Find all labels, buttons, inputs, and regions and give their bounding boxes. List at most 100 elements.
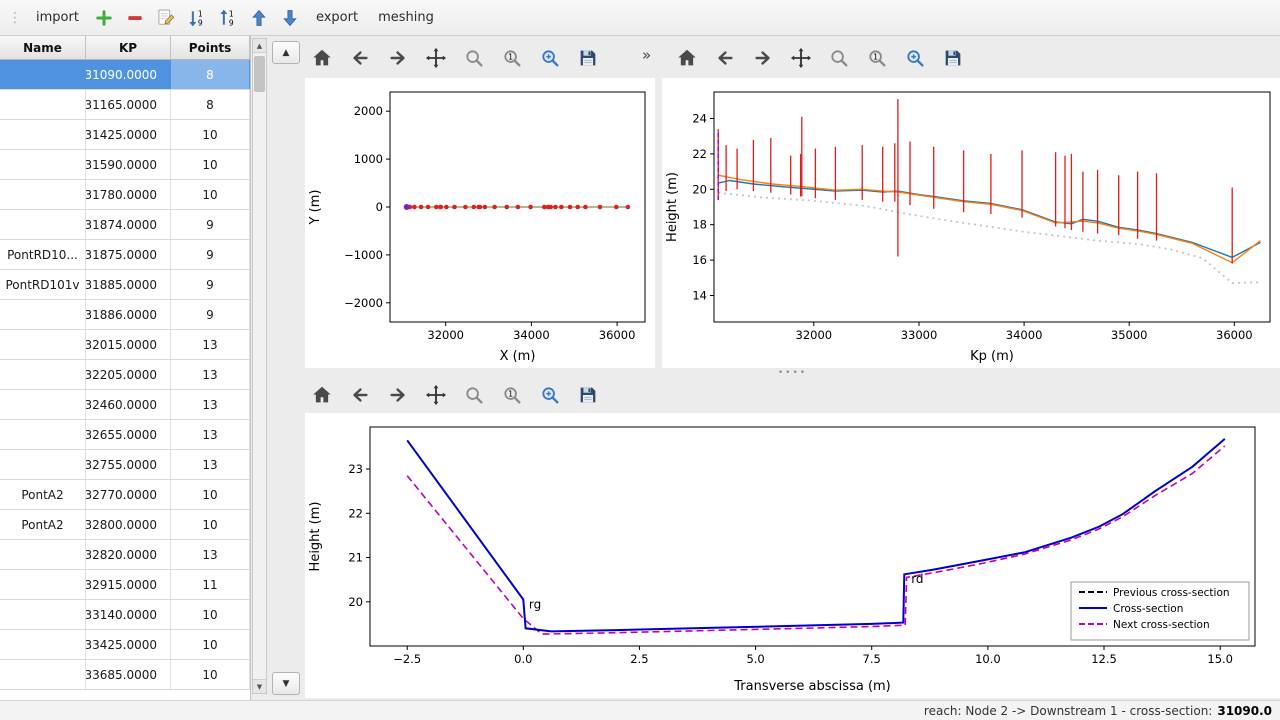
cell-name[interactable] bbox=[0, 450, 86, 479]
move-up-button[interactable] bbox=[245, 4, 274, 31]
scroll-down-arrow[interactable]: ▼ bbox=[253, 679, 266, 693]
cell-kp[interactable]: 31425.0000 bbox=[86, 120, 171, 149]
cell-points[interactable]: 10 bbox=[171, 660, 250, 689]
home-icon[interactable] bbox=[672, 44, 702, 72]
cell-name[interactable] bbox=[0, 60, 86, 89]
cell-points[interactable]: 9 bbox=[171, 240, 250, 269]
export-menu-button[interactable]: export bbox=[307, 5, 367, 30]
remove-button[interactable] bbox=[121, 4, 150, 31]
cell-points[interactable]: 11 bbox=[171, 570, 250, 599]
cell-name[interactable] bbox=[0, 660, 86, 689]
sort-descending-button[interactable]: 19 bbox=[214, 4, 243, 31]
cell-kp[interactable]: 33140.0000 bbox=[86, 600, 171, 629]
cell-name[interactable] bbox=[0, 180, 86, 209]
cell-points[interactable]: 10 bbox=[171, 630, 250, 659]
cell-kp[interactable]: 31874.0000 bbox=[86, 210, 171, 239]
scroll-up-arrow[interactable]: ▲ bbox=[253, 39, 266, 53]
cell-points[interactable]: 10 bbox=[171, 180, 250, 209]
cell-kp[interactable]: 32770.0000 bbox=[86, 480, 171, 509]
forward-icon[interactable] bbox=[748, 44, 778, 72]
cell-points[interactable]: 9 bbox=[171, 300, 250, 329]
cell-kp[interactable]: 32655.0000 bbox=[86, 420, 171, 449]
import-menu-button[interactable]: import bbox=[27, 5, 88, 30]
table-row[interactable]: PontA232770.000010 bbox=[0, 480, 250, 510]
column-header-kp[interactable]: KP bbox=[86, 36, 171, 59]
cell-kp[interactable]: 33685.0000 bbox=[86, 660, 171, 689]
move-down-button[interactable] bbox=[276, 4, 305, 31]
cell-kp[interactable]: 32915.0000 bbox=[86, 570, 171, 599]
cell-kp[interactable]: 33425.0000 bbox=[86, 630, 171, 659]
forward-icon[interactable] bbox=[383, 381, 413, 409]
table-row[interactable]: PontRD10...31875.00009 bbox=[0, 240, 250, 270]
navigate-up-button[interactable]: ▲ bbox=[272, 41, 300, 64]
cell-name[interactable] bbox=[0, 390, 86, 419]
table-row[interactable]: 32015.000013 bbox=[0, 330, 250, 360]
table-row[interactable]: 31780.000010 bbox=[0, 180, 250, 210]
toolbar-overflow-chevron[interactable]: » bbox=[642, 46, 651, 64]
back-icon[interactable] bbox=[345, 44, 375, 72]
cell-kp[interactable]: 31875.0000 bbox=[86, 240, 171, 269]
cell-kp[interactable]: 32820.0000 bbox=[86, 540, 171, 569]
table-row[interactable]: 33425.000010 bbox=[0, 630, 250, 660]
zoom-original-icon[interactable]: 1 bbox=[862, 44, 892, 72]
cell-kp[interactable]: 32015.0000 bbox=[86, 330, 171, 359]
table-scrollbar[interactable]: ▲ ▼ bbox=[252, 38, 267, 694]
table-row[interactable]: 32915.000011 bbox=[0, 570, 250, 600]
table-row[interactable]: 31425.000010 bbox=[0, 120, 250, 150]
table-row[interactable]: 32820.000013 bbox=[0, 540, 250, 570]
cell-name[interactable]: PontRD10... bbox=[0, 240, 86, 269]
splitter-handle[interactable]: •••• bbox=[305, 368, 1280, 377]
cell-name[interactable] bbox=[0, 300, 86, 329]
cell-name[interactable] bbox=[0, 330, 86, 359]
save-icon[interactable] bbox=[573, 381, 603, 409]
cell-kp[interactable]: 31886.0000 bbox=[86, 300, 171, 329]
cell-points[interactable]: 13 bbox=[171, 360, 250, 389]
table-row[interactable]: 33685.000010 bbox=[0, 660, 250, 690]
zoom-original-icon[interactable]: 1 bbox=[497, 44, 527, 72]
scrollbar-thumb[interactable] bbox=[254, 56, 265, 92]
table-row[interactable]: PontA232800.000010 bbox=[0, 510, 250, 540]
cross-section-chart[interactable]: −2.50.02.55.07.510.012.515.020212223Tran… bbox=[305, 413, 1280, 698]
cell-name[interactable]: PontA2 bbox=[0, 510, 86, 539]
cell-points[interactable]: 13 bbox=[171, 540, 250, 569]
table-row[interactable]: 33140.000010 bbox=[0, 600, 250, 630]
add-button[interactable] bbox=[90, 4, 119, 31]
navigate-down-button[interactable]: ▼ bbox=[272, 672, 300, 695]
cell-kp[interactable]: 31090.0000 bbox=[86, 60, 171, 89]
cell-kp[interactable]: 31780.0000 bbox=[86, 180, 171, 209]
forward-icon[interactable] bbox=[383, 44, 413, 72]
longitudinal-profile-chart[interactable]: 3200033000340003500036000141618202224Kp … bbox=[662, 78, 1280, 368]
zoom-to-rect-icon[interactable] bbox=[535, 381, 565, 409]
cell-kp[interactable]: 31165.0000 bbox=[86, 90, 171, 119]
cell-name[interactable]: PontA2 bbox=[0, 480, 86, 509]
pan-icon[interactable] bbox=[421, 44, 451, 72]
cell-points[interactable]: 10 bbox=[171, 120, 250, 149]
cell-name[interactable] bbox=[0, 120, 86, 149]
table-row[interactable]: 32655.000013 bbox=[0, 420, 250, 450]
cell-points[interactable]: 8 bbox=[171, 90, 250, 119]
zoom-icon[interactable] bbox=[459, 44, 489, 72]
table-row[interactable]: 31165.00008 bbox=[0, 90, 250, 120]
cell-name[interactable] bbox=[0, 540, 86, 569]
cell-kp[interactable]: 31590.0000 bbox=[86, 150, 171, 179]
zoom-original-icon[interactable]: 1 bbox=[497, 381, 527, 409]
cell-name[interactable] bbox=[0, 420, 86, 449]
pan-icon[interactable] bbox=[421, 381, 451, 409]
cell-points[interactable]: 13 bbox=[171, 330, 250, 359]
cell-points[interactable]: 9 bbox=[171, 210, 250, 239]
zoom-icon[interactable] bbox=[459, 381, 489, 409]
cell-points[interactable]: 10 bbox=[171, 600, 250, 629]
cell-kp[interactable]: 32755.0000 bbox=[86, 450, 171, 479]
table-row[interactable]: 32755.000013 bbox=[0, 450, 250, 480]
cell-name[interactable] bbox=[0, 210, 86, 239]
cell-points[interactable]: 10 bbox=[171, 480, 250, 509]
cell-points[interactable]: 13 bbox=[171, 420, 250, 449]
cell-name[interactable] bbox=[0, 630, 86, 659]
sort-ascending-button[interactable]: 19 bbox=[183, 4, 212, 31]
cell-name[interactable] bbox=[0, 150, 86, 179]
zoom-to-rect-icon[interactable] bbox=[535, 44, 565, 72]
plan-view-chart[interactable]: 320003400036000−2000−1000010002000X (m)Y… bbox=[305, 78, 655, 368]
cell-points[interactable]: 10 bbox=[171, 510, 250, 539]
cell-name[interactable]: PontRD101v bbox=[0, 270, 86, 299]
cell-kp[interactable]: 31885.0000 bbox=[86, 270, 171, 299]
